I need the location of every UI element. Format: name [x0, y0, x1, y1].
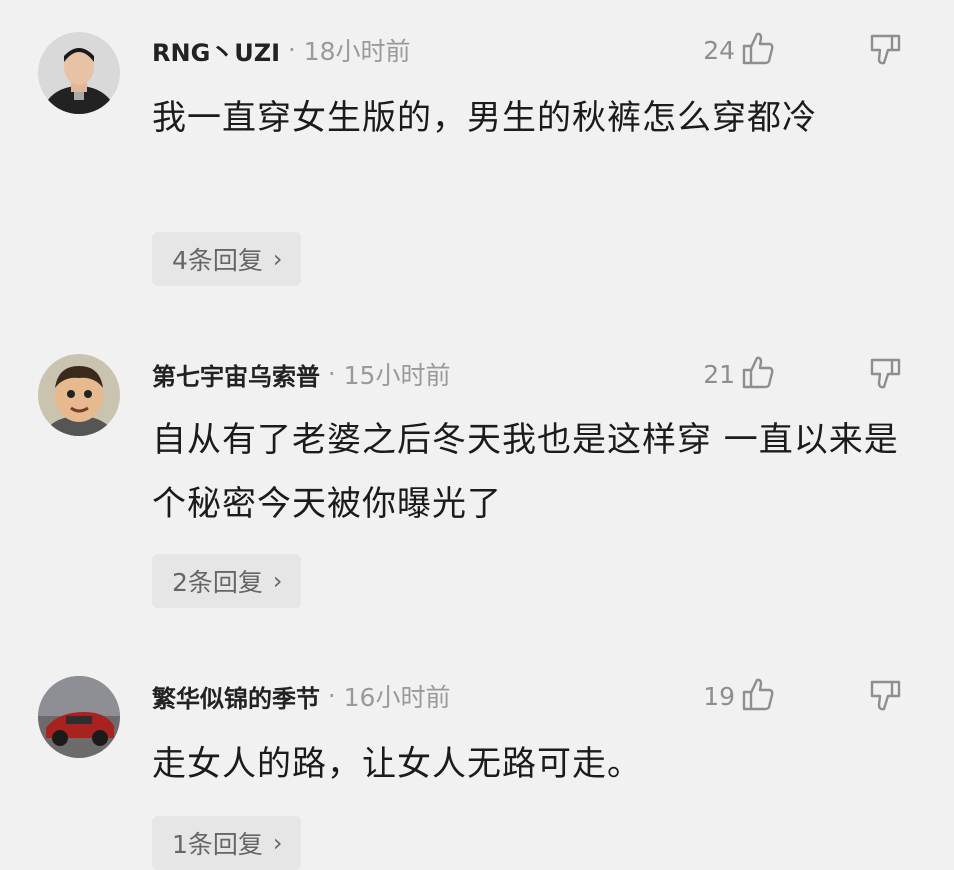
avatar[interactable] — [38, 32, 120, 114]
like-button[interactable]: 24 — [670, 30, 775, 70]
dislike-button[interactable] — [868, 678, 908, 718]
like-count: 21 — [703, 359, 735, 389]
thumbs-down-icon[interactable] — [868, 678, 904, 718]
separator-dot: · — [328, 360, 336, 388]
username[interactable]: 第七宇宙乌索普 — [152, 357, 320, 392]
view-replies-button[interactable]: 4条回复 › — [152, 232, 301, 286]
timestamp: 18小时前 — [303, 37, 411, 66]
chevron-right-icon: › — [272, 245, 283, 273]
like-button[interactable]: 21 — [670, 354, 775, 394]
comment-meta: RNG丶UZI · 18小时前 — [152, 32, 411, 68]
avatar[interactable] — [38, 354, 120, 436]
comment-meta: 繁华似锦的季节 · 16小时前 — [152, 678, 450, 714]
replies-label: 1条回复 — [172, 830, 263, 859]
separator-dot: · — [288, 36, 296, 64]
like-count: 19 — [703, 681, 735, 711]
like-count: 24 — [703, 35, 735, 65]
username[interactable]: RNG丶UZI — [152, 33, 280, 68]
chevron-right-icon: › — [272, 829, 283, 857]
thumbs-up-icon[interactable] — [741, 354, 775, 394]
view-replies-button[interactable]: 2条回复 › — [152, 554, 301, 608]
comment-text: 自从有了老婆之后冬天我也是这样穿 一直以来是个秘密今天被你曝光了 — [152, 420, 899, 524]
timestamp: 16小时前 — [343, 683, 451, 712]
username[interactable]: 繁华似锦的季节 — [152, 679, 320, 714]
thumbs-up-icon[interactable] — [741, 30, 775, 70]
comment-text: 走女人的路，让女人无路可走。 — [152, 744, 642, 784]
like-button[interactable]: 19 — [670, 676, 775, 716]
thumbs-down-icon[interactable] — [868, 32, 904, 72]
dislike-button[interactable] — [868, 356, 908, 396]
dislike-button[interactable] — [868, 32, 908, 72]
thumbs-up-icon[interactable] — [741, 676, 775, 716]
separator-dot: · — [328, 682, 336, 710]
replies-label: 4条回复 — [172, 246, 263, 275]
avatar[interactable] — [38, 676, 120, 758]
timestamp: 15小时前 — [343, 361, 451, 390]
chevron-right-icon: › — [272, 567, 283, 595]
comment-text: 我一直穿女生版的，男生的秋裤怎么穿都冷 — [152, 98, 817, 138]
view-replies-button[interactable]: 1条回复 › — [152, 816, 301, 870]
comment-meta: 第七宇宙乌索普 · 15小时前 — [152, 356, 450, 392]
replies-label: 2条回复 — [172, 568, 263, 597]
thumbs-down-icon[interactable] — [868, 356, 904, 396]
